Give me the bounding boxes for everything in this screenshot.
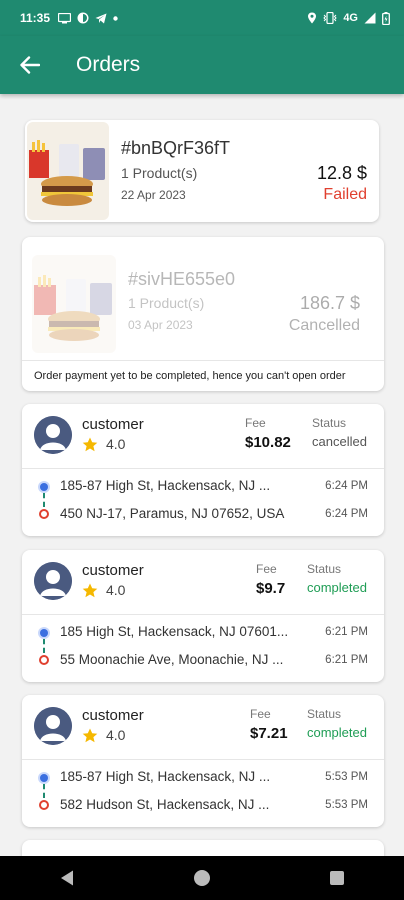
vibrate-icon [323, 12, 338, 24]
app-icon [77, 12, 89, 24]
pickup-dot-icon [40, 629, 48, 637]
back-button[interactable] [16, 51, 44, 79]
pickup-time: 6:24 PM [325, 480, 368, 492]
star-icon [82, 583, 98, 597]
system-nav-bar [0, 856, 404, 900]
dropoff-time: 6:21 PM [325, 654, 368, 666]
fee-value: $7.21 [250, 725, 288, 742]
avatar [34, 416, 72, 454]
customer-name: customer [82, 707, 144, 724]
pickup-dot-icon [40, 774, 48, 782]
customer-name: customer [82, 562, 144, 579]
home-circle-icon [193, 870, 210, 886]
star-icon [82, 728, 98, 742]
customer-rating: 4.0 [82, 727, 125, 743]
order-date: 22 Apr 2023 [121, 188, 186, 202]
fee-label: Fee [256, 562, 277, 576]
dropoff-dot-icon [39, 800, 49, 810]
fee-label: Fee [250, 707, 271, 721]
order-food-image [32, 255, 116, 353]
rating-value: 4.0 [106, 727, 126, 743]
status-time: 11:35 [20, 11, 51, 25]
order-food-image [27, 122, 109, 220]
status-badge: completed [307, 580, 367, 595]
dropoff-time: 5:53 PM [325, 799, 368, 811]
dropoff-dot-icon [39, 509, 49, 519]
ride-card-partial[interactable] [22, 840, 384, 856]
order-payment-note: Order payment yet to be completed, hence… [22, 360, 384, 391]
dropoff-address: 582 Hudson St, Hackensack, NJ ... [60, 797, 270, 812]
fee-label: Fee [245, 416, 266, 430]
customer-rating: 4.0 [82, 436, 125, 452]
network-type: 4G [343, 12, 358, 24]
dot-icon [113, 15, 118, 21]
avatar [34, 562, 72, 600]
back-triangle-icon [61, 870, 74, 886]
order-product-count: 1 Product(s) [128, 295, 205, 311]
customer-rating: 4.0 [82, 582, 125, 598]
recents-square-icon [329, 871, 344, 885]
dropoff-address: 55 Moonachie Ave, Moonachie, NJ ... [60, 652, 284, 667]
order-id: #bnBQrF36fT [121, 138, 231, 158]
pickup-address: 185 High St, Hackensack, NJ 07601... [60, 624, 289, 639]
battery-icon [382, 11, 390, 25]
order-product-count: 1 Product(s) [121, 165, 198, 181]
order-card[interactable]: #bnBQrF36fT 1 Product(s) 22 Apr 2023 12.… [25, 120, 379, 222]
status-bar: 11:35 4G [0, 0, 404, 36]
order-status: Cancelled [288, 317, 360, 334]
pickup-dot-icon [40, 483, 48, 491]
order-card: #sivHE655e0 1 Product(s) 03 Apr 2023 186… [22, 237, 384, 391]
order-date: 03 Apr 2023 [128, 318, 193, 332]
app-bar: Orders [0, 36, 404, 94]
status-label: Status [312, 416, 347, 430]
dropoff-dot-icon [39, 655, 49, 665]
signal-icon [364, 12, 376, 24]
telegram-icon [95, 13, 107, 23]
avatar [34, 707, 72, 745]
dropoff-time: 6:24 PM [325, 508, 368, 520]
fee-value: $10.82 [245, 434, 291, 451]
orders-list[interactable]: #bnBQrF36fT 1 Product(s) 22 Apr 2023 12.… [0, 94, 404, 856]
nav-home-button[interactable] [182, 863, 222, 893]
nav-recents-button[interactable] [317, 863, 357, 893]
message-icon [58, 12, 72, 23]
order-amount: 186.7 $ [299, 293, 360, 313]
status-label: Status [307, 707, 342, 721]
ride-card[interactable]: customer 4.0 Fee $7.21 Status completed … [22, 695, 384, 827]
dropoff-address: 450 NJ-17, Paramus, NJ 07652, USA [60, 506, 285, 521]
fee-value: $9.7 [256, 580, 286, 597]
nav-back-button[interactable] [47, 863, 87, 893]
arrow-left-icon [20, 56, 40, 74]
customer-name: customer [82, 416, 144, 433]
ride-card[interactable]: customer 4.0 Fee $10.82 Status cancelled… [22, 404, 384, 536]
order-amount: 12.8 $ [316, 163, 367, 183]
star-icon [82, 437, 98, 451]
status-badge: completed [307, 725, 367, 740]
ride-card[interactable]: customer 4.0 Fee $9.7 Status completed 1… [22, 550, 384, 682]
rating-value: 4.0 [106, 582, 126, 598]
pickup-time: 5:53 PM [325, 771, 368, 783]
location-icon [308, 12, 317, 24]
pickup-time: 6:21 PM [325, 626, 368, 638]
page-title: Orders [76, 53, 141, 76]
status-label: Status [307, 562, 342, 576]
pickup-address: 185-87 High St, Hackensack, NJ ... [60, 478, 271, 493]
rating-value: 4.0 [106, 436, 126, 452]
order-status: Failed [323, 186, 367, 203]
order-id: #sivHE655e0 [128, 269, 236, 289]
pickup-address: 185-87 High St, Hackensack, NJ ... [60, 769, 271, 784]
status-badge: cancelled [312, 434, 367, 449]
